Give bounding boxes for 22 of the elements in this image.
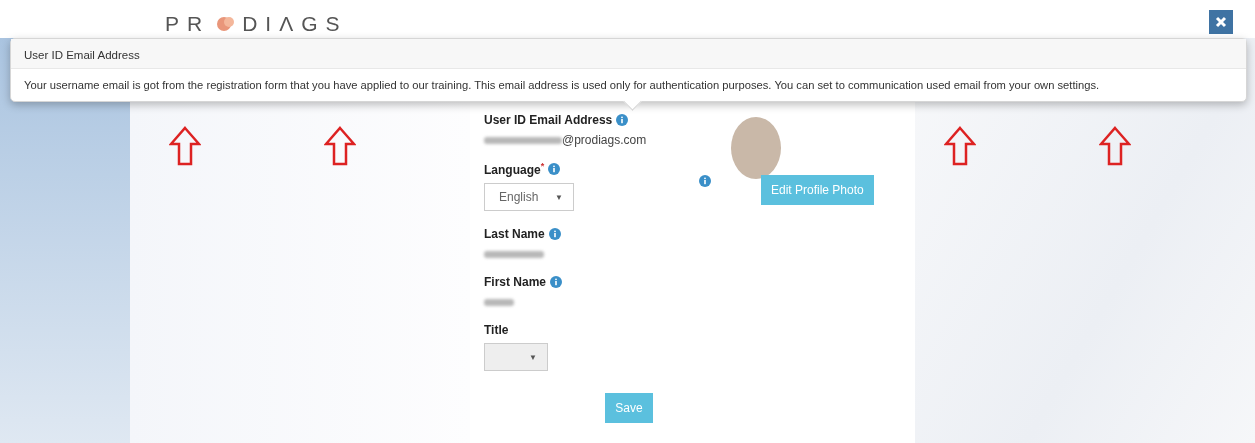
- tooltip-text: Your username email is got from the registration form that you have applied to our training. This email address is used only for authentication purposes. You can set to communication used email from your own settings.: [23, 78, 1101, 93]
- logo: PR DIΛGS: [165, 12, 348, 37]
- info-icon[interactable]: [699, 175, 711, 187]
- field-label: Language$^{*}$: [484, 161, 545, 177]
- field-label: Last Name: [484, 227, 545, 241]
- info-icon[interactable]: [550, 276, 563, 288]
- field-value: @prodiags.com: [562, 133, 647, 147]
- arrow-icon: [169, 126, 201, 166]
- close-button[interactable]: [1209, 10, 1233, 34]
- field-label: First Name: [484, 275, 547, 289]
- close-icon: [1215, 16, 1227, 28]
- logo-dot-icon: [216, 16, 237, 32]
- info-icon[interactable]: [548, 228, 561, 240]
- arrow-icon: [324, 126, 356, 166]
- arrow-icon: [944, 126, 976, 166]
- tooltip-title: User ID Email Address: [11, 39, 1246, 69]
- arrow-icon: [1099, 126, 1131, 166]
- info-icon[interactable]: [548, 163, 561, 175]
- select-field[interactable]: English ▼: [484, 183, 574, 211]
- field-label: Title: [484, 323, 509, 337]
- info-icon[interactable]: [616, 114, 629, 126]
- field-label: User ID Email Address: [484, 113, 613, 127]
